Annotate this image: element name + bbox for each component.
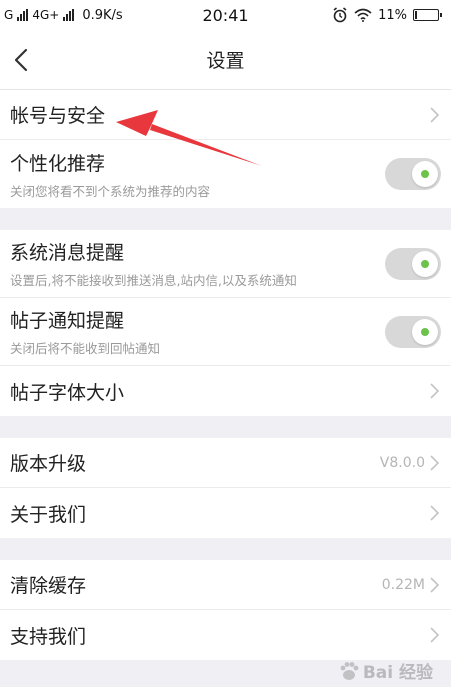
row-version-upgrade[interactable]: 版本升级 V8.0.0 — [0, 438, 451, 488]
nav-bar: 设置 — [0, 30, 451, 90]
row-about-us[interactable]: 关于我们 — [0, 488, 451, 538]
row-description: 关闭后将不能收到回帖通知 — [10, 341, 161, 356]
section-gap — [0, 208, 451, 230]
toggle-on-dot — [421, 259, 429, 268]
page-title: 设置 — [206, 50, 245, 72]
chevron-right-icon — [430, 576, 440, 593]
signal-icon — [17, 9, 29, 21]
row-label: 帖子字体大小 — [10, 381, 125, 404]
row-right: 0.22M — [382, 575, 441, 595]
toggle-on-dot — [421, 170, 429, 178]
alarm-icon — [333, 7, 347, 23]
battery-icon — [413, 9, 442, 21]
row-description: 设置后,将不能接收到推送消息,站内信,以及系统通知 — [10, 273, 297, 288]
row-text: 帖子通知提醒 关闭后将不能收到回帖通知 — [10, 306, 160, 357]
row-text: 系统消息提醒 设置后,将不能接收到推送消息,站内信,以及系统通知 — [10, 238, 297, 289]
row-text: 个性化推荐 关闭您将看不到个系统为推荐的内容 — [10, 149, 210, 200]
chevron-right-icon — [430, 627, 440, 643]
row-system-message: 系统消息提醒 设置后,将不能接收到推送消息,站内信,以及系统通知 — [0, 230, 451, 298]
chevron-right-icon — [430, 454, 440, 471]
chevron-right-icon — [430, 505, 440, 521]
personalized-recommend-toggle[interactable] — [385, 158, 441, 190]
carrier-1: G — [4, 8, 14, 22]
wifi-icon — [354, 8, 372, 22]
section-gap — [0, 538, 451, 560]
row-label: 系统消息提醒 — [10, 242, 125, 264]
settings-group-notifications: 系统消息提醒 设置后,将不能接收到推送消息,站内信,以及系统通知 帖子通知提醒 … — [0, 230, 451, 416]
signal-icon — [63, 9, 75, 21]
version-value: V8.0.0 — [379, 454, 425, 471]
row-description: 关闭您将看不到个系统为推荐的内容 — [10, 183, 211, 199]
network-speed: 0.9K/s — [82, 7, 123, 23]
row-label: 帖子通知提醒 — [10, 310, 125, 332]
row-label: 版本升级 — [10, 453, 87, 475]
row-label: 关于我们 — [10, 503, 87, 526]
chevron-right-icon — [430, 383, 440, 399]
toggle-knob — [412, 318, 438, 345]
watermark-text: Bai 经验 — [362, 663, 433, 683]
post-notice-toggle[interactable] — [385, 315, 441, 348]
paw-logo-icon — [340, 661, 359, 680]
back-chevron-icon[interactable] — [8, 44, 36, 76]
chevron-right-icon — [430, 106, 440, 123]
row-clear-cache[interactable]: 清除缓存 0.22M — [0, 560, 451, 610]
row-right: V8.0.0 — [380, 453, 441, 473]
system-message-toggle[interactable] — [385, 247, 441, 280]
settings-group-about: 版本升级 V8.0.0 关于我们 — [0, 438, 451, 538]
row-label: 支持我们 — [10, 625, 87, 648]
row-support-us[interactable]: 支持我们 — [0, 610, 451, 660]
settings-group-misc: 清除缓存 0.22M 支持我们 — [0, 560, 451, 660]
row-account-security[interactable]: 帐号与安全 — [0, 90, 451, 140]
status-bar: G 4G+ 0.9K/s 20:41 11% — [0, 0, 451, 30]
watermark: Bai 经验 — [338, 658, 433, 683]
row-label: 帐号与安全 — [10, 105, 106, 127]
row-personalized-recommend: 个性化推荐 关闭您将看不到个系统为推荐的内容 — [0, 140, 451, 208]
row-label: 清除缓存 — [10, 575, 87, 597]
row-post-notice: 帖子通知提醒 关闭后将不能收到回帖通知 — [0, 298, 451, 366]
battery-fill — [415, 11, 417, 19]
section-gap — [0, 416, 451, 438]
cache-size-value: 0.22M — [381, 576, 425, 593]
battery-percent: 11% — [378, 7, 407, 23]
toggle-knob — [412, 250, 438, 277]
toggle-on-dot — [421, 327, 429, 336]
carrier-2: 4G+ — [32, 8, 60, 22]
status-left: G 4G+ 0.9K/s — [4, 8, 123, 23]
status-right: 11% — [332, 7, 442, 23]
toggle-knob — [412, 161, 438, 187]
row-label: 个性化推荐 — [10, 152, 106, 175]
row-post-font-size[interactable]: 帖子字体大小 — [0, 366, 451, 416]
settings-group-account: 帐号与安全 个性化推荐 关闭您将看不到个系统为推荐的内容 — [0, 90, 451, 208]
